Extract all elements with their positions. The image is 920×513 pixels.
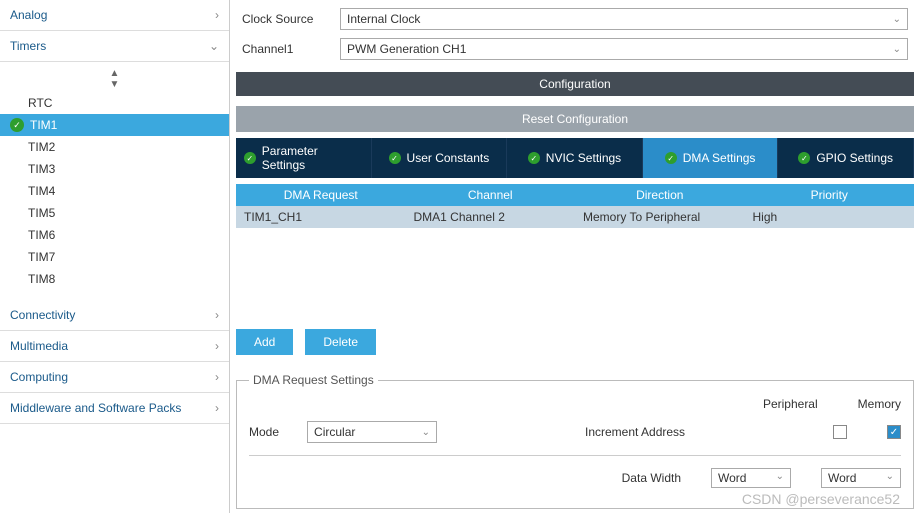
category-middleware[interactable]: Middleware and Software Packs › [0,393,229,424]
check-icon: ✓ [665,152,677,164]
tab-gpio-settings[interactable]: ✓GPIO Settings [778,138,914,178]
peripheral-col-label: Peripheral [763,397,818,411]
sidebar-item-tim5[interactable]: TIM5 [0,202,229,224]
chevron-right-icon: › [215,339,219,353]
dma-table-header: DMA Request Channel Direction Priority [236,184,914,206]
dma-request-settings-group: DMA Request Settings Peripheral Memory M… [236,373,914,509]
sidebar-item-tim8[interactable]: TIM8 [0,268,229,290]
chevron-down-icon: ⌄ [209,39,219,53]
tab-nvic-settings[interactable]: ✓NVIC Settings [507,138,643,178]
memory-col-label: Memory [858,397,901,411]
chevron-right-icon: › [215,308,219,322]
tab-parameter-settings[interactable]: ✓Parameter Settings [236,138,372,178]
clock-source-select[interactable]: Internal Clock⌄ [340,8,908,30]
memory-data-width-select[interactable]: Word⌄ [821,468,901,488]
sidebar-item-tim7[interactable]: TIM7 [0,246,229,268]
category-label: Middleware and Software Packs [10,401,181,415]
check-icon: ✓ [798,152,810,164]
memory-increment-checkbox[interactable]: ✓ [887,425,901,439]
delete-button[interactable]: Delete [305,329,376,355]
channel1-label: Channel1 [242,42,332,56]
tab-dma-settings[interactable]: ✓DMA Settings [643,138,779,178]
mode-select[interactable]: Circular⌄ [307,421,437,443]
category-analog[interactable]: Analog › [0,0,229,31]
check-icon: ✓ [10,118,24,132]
chevron-down-icon: ⌄ [422,427,430,438]
watermark: CSDN @perseverance52 [742,491,900,507]
increment-address-label: Increment Address [585,425,685,439]
category-multimedia[interactable]: Multimedia › [0,331,229,362]
chevron-right-icon: › [215,370,219,384]
category-label: Timers [10,39,46,53]
chevron-right-icon: › [215,8,219,22]
clock-source-label: Clock Source [242,12,332,26]
dma-settings-legend: DMA Request Settings [249,373,378,387]
category-timers[interactable]: Timers ⌄ [0,31,229,62]
data-width-label: Data Width [622,471,681,485]
category-label: Multimedia [10,339,68,353]
check-icon: ✓ [528,152,540,164]
scroll-updown-icon[interactable]: ▲▼ [0,66,229,92]
sidebar-item-rtc[interactable]: RTC [0,92,229,114]
category-computing[interactable]: Computing › [0,362,229,393]
sidebar-item-tim4[interactable]: TIM4 [0,180,229,202]
category-label: Analog [10,8,47,22]
dma-table-row[interactable]: TIM1_CH1 DMA1 Channel 2 Memory To Periph… [236,206,914,228]
channel1-select[interactable]: PWM Generation CH1⌄ [340,38,908,60]
chevron-down-icon: ⌄ [893,14,901,25]
category-label: Computing [10,370,68,384]
add-button[interactable]: Add [236,329,293,355]
sidebar-item-tim3[interactable]: TIM3 [0,158,229,180]
chevron-right-icon: › [215,401,219,415]
peripheral-data-width-select[interactable]: Word⌄ [711,468,791,488]
configuration-header: Configuration [236,72,914,96]
reset-configuration-button[interactable]: Reset Configuration [236,106,914,132]
chevron-down-icon: ⌄ [886,471,894,485]
check-icon: ✓ [244,152,256,164]
tab-user-constants[interactable]: ✓User Constants [372,138,508,178]
category-connectivity[interactable]: Connectivity › [0,300,229,331]
check-icon: ✓ [389,152,401,164]
peripheral-increment-checkbox[interactable] [833,425,847,439]
mode-label: Mode [249,425,279,439]
sidebar-item-tim6[interactable]: TIM6 [0,224,229,246]
sidebar-item-tim2[interactable]: TIM2 [0,136,229,158]
category-label: Connectivity [10,308,75,322]
chevron-down-icon: ⌄ [776,471,784,485]
chevron-down-icon: ⌄ [893,44,901,55]
sidebar-item-tim1[interactable]: ✓TIM1 [0,114,229,136]
